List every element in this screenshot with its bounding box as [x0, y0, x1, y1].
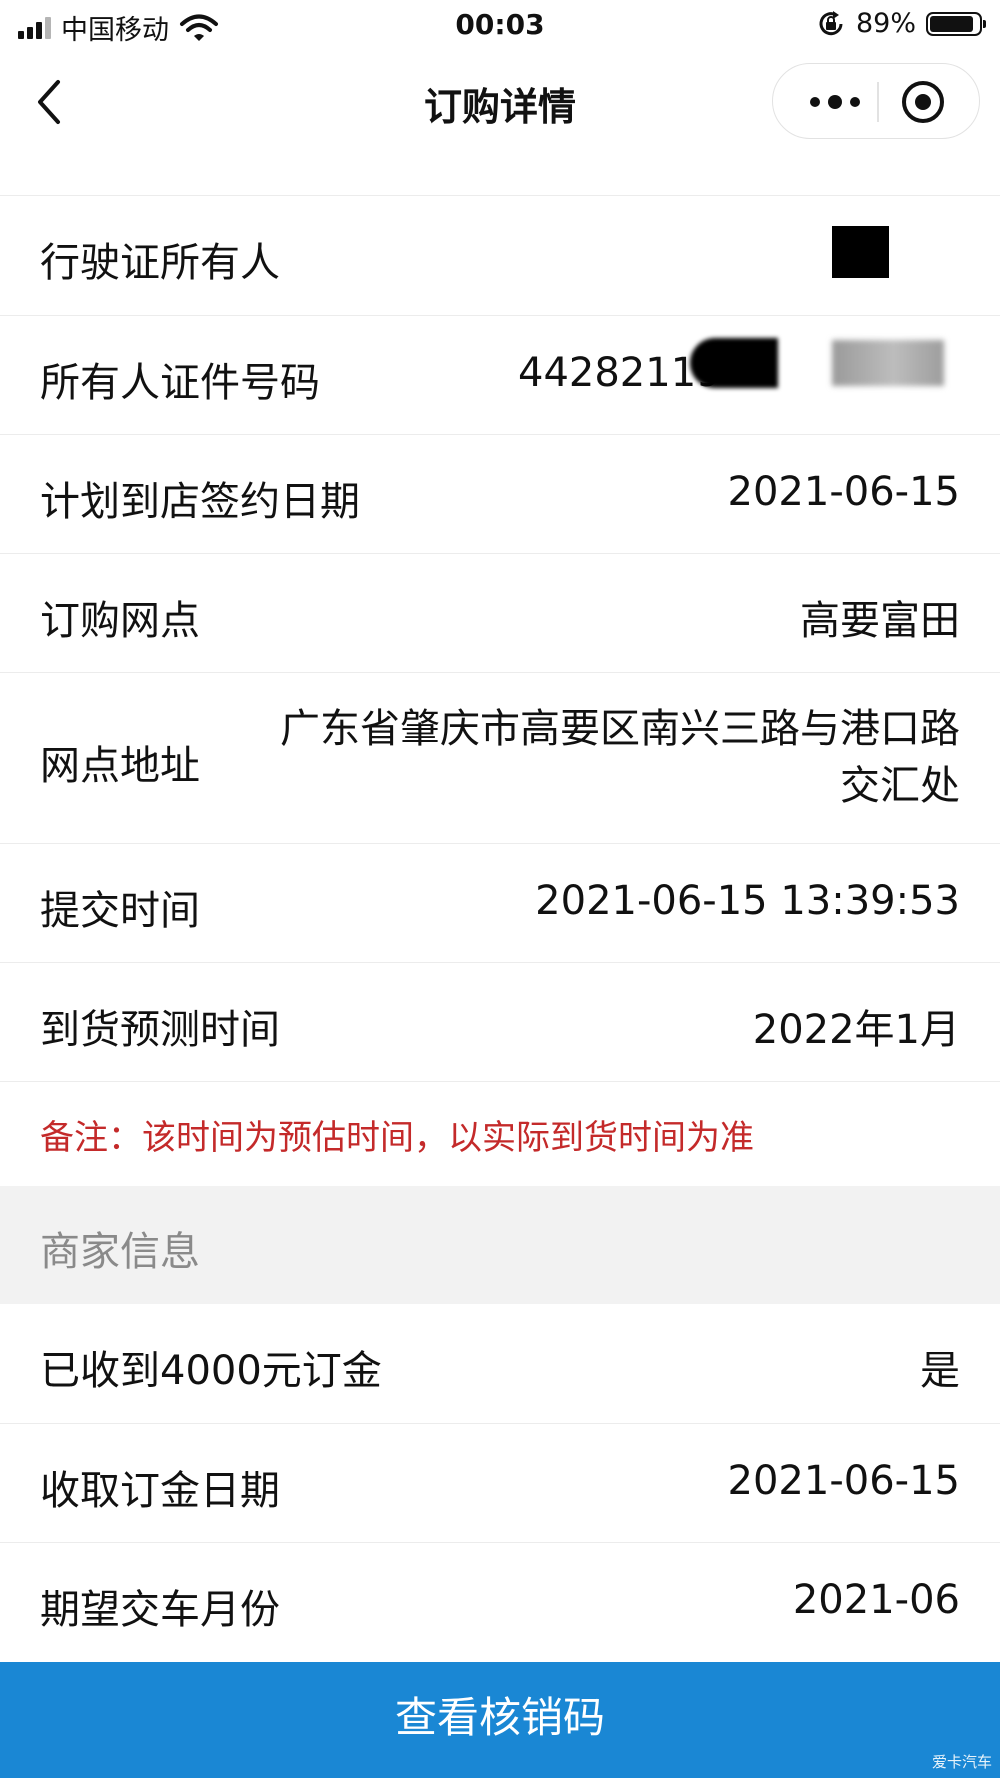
row-value: 2021-06-15 13:39:53 [535, 878, 960, 924]
row-value: 是 [920, 1348, 960, 1394]
detail-row-submit-time: 提交时间 2021-06-15 13:39:53 [0, 844, 1000, 963]
more-icon[interactable] [805, 84, 865, 120]
battery-percent: 89% [855, 8, 916, 39]
detail-row-arrival-forecast: 到货预测时间 2022年1月 [0, 963, 1000, 1082]
row-label: 期望交车月份 [40, 1587, 280, 1633]
detail-row-signing-date: 计划到店签约日期 2021-06-15 [0, 435, 1000, 554]
row-value: 广东省肇庆市高要区南兴三路与港口路交汇处 [280, 706, 960, 809]
row-label: 行驶证所有人 [40, 240, 280, 286]
row-label: 已收到4000元订金 [40, 1348, 382, 1394]
merchant-section-header: 商家信息 [0, 1186, 1000, 1304]
detail-row-deposit-date: 收取订金日期 2021-06-15 [0, 1424, 1000, 1543]
redacted-id-part-2 [832, 340, 944, 386]
redacted-id-part-1 [690, 338, 778, 388]
detail-row-deposit-received: 已收到4000元订金 是 [0, 1304, 1000, 1424]
arrival-note: 备注：该时间为预估时间，以实际到货时间为准 [40, 1118, 754, 1158]
status-bar-right: 89% [816, 8, 986, 39]
detail-row-dealer: 订购网点 高要富田 [0, 554, 1000, 673]
nav-bar: 订购详情 [0, 58, 1000, 148]
row-label: 网点地址 [40, 743, 200, 789]
battery-level [930, 15, 973, 32]
row-value: 2021-06-15 [727, 469, 960, 515]
row-value: 2022年1月 [752, 1007, 960, 1053]
detail-row-dealer-address: 网点地址 广东省肇庆市高要区南兴三路与港口路交汇处 [0, 673, 1000, 844]
clipped-row [0, 148, 1000, 196]
target-icon[interactable] [899, 78, 947, 126]
detail-row-delivery-month: 期望交车月份 2021-06 [0, 1543, 1000, 1662]
watermark: 爱卡汽车 [931, 1753, 992, 1771]
row-label: 所有人证件号码 [40, 360, 320, 406]
row-label: 收取订金日期 [40, 1468, 280, 1514]
redacted-owner-name [832, 226, 889, 278]
rotation-lock-icon [819, 10, 843, 35]
status-bar: 中国移动 00:03 89% [0, 0, 1000, 50]
row-value: 2021-06-15 [727, 1458, 960, 1504]
section-title: 商家信息 [40, 1229, 200, 1275]
view-verification-code-button[interactable]: 查看核销码 [0, 1662, 1000, 1778]
capsule-divider [877, 82, 879, 122]
row-value: 高要富田 [800, 598, 960, 644]
row-label: 计划到店签约日期 [40, 479, 360, 525]
row-value: 2021-06 [792, 1577, 960, 1623]
mini-program-capsule [772, 63, 980, 139]
row-label: 到货预测时间 [40, 1007, 280, 1053]
row-label: 订购网点 [40, 598, 200, 644]
battery-icon [926, 11, 986, 36]
row-label: 提交时间 [40, 888, 200, 934]
